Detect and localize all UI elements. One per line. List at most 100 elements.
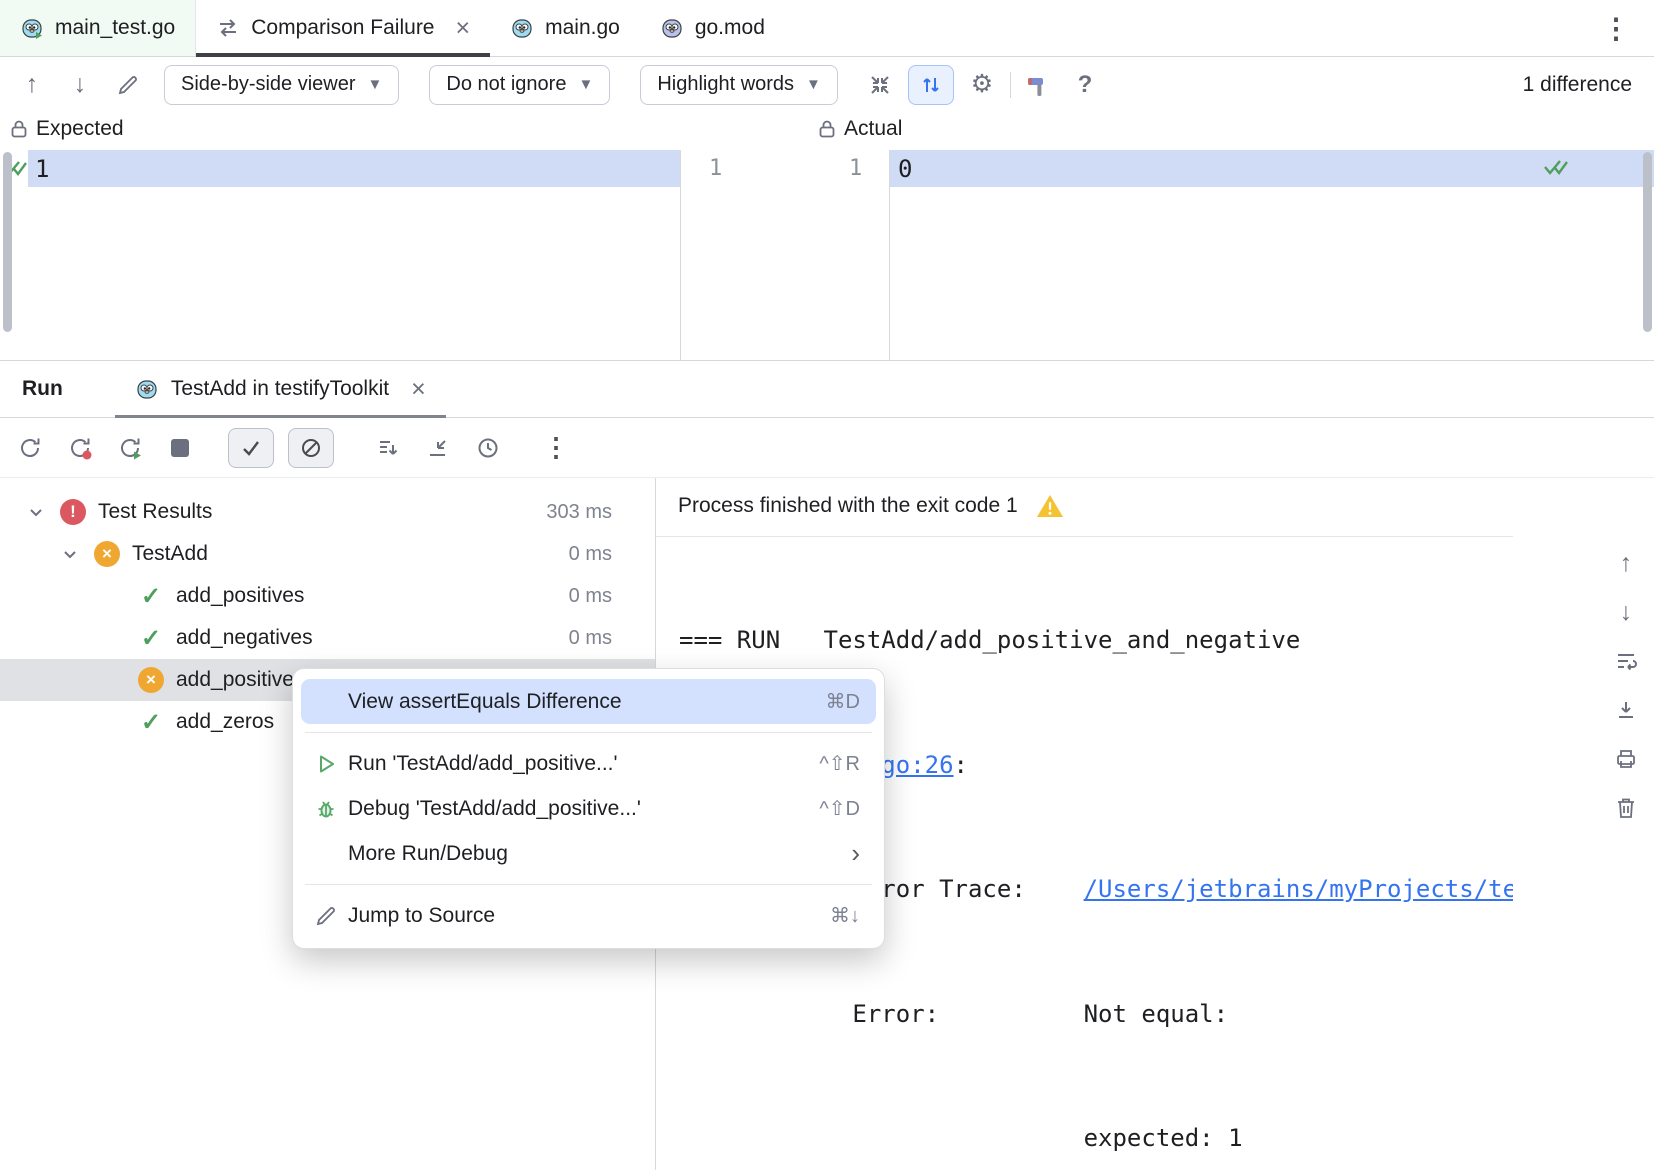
expand-all-icon[interactable] xyxy=(370,430,406,466)
show-ignored-toggle[interactable] xyxy=(288,428,334,468)
tree-item-label: add_negatives xyxy=(176,626,313,650)
close-icon[interactable]: × xyxy=(456,16,471,41)
diff-icon xyxy=(216,16,240,40)
settings-gear-icon[interactable]: ⚙ xyxy=(964,67,1000,103)
menu-item-more-run-debug[interactable]: More Run/Debug › xyxy=(301,831,876,876)
previous-difference-icon[interactable]: ↑ xyxy=(14,67,50,103)
lock-icon xyxy=(10,119,28,139)
warning-icon xyxy=(1036,493,1064,519)
tab-label: main.go xyxy=(545,16,620,40)
go-run-icon xyxy=(135,377,159,401)
scroll-to-end-icon[interactable] xyxy=(1608,691,1644,729)
menu-item-run-test[interactable]: Run 'TestAdd/add_positive...' ^⇧R xyxy=(301,741,876,786)
stop-icon[interactable] xyxy=(162,430,198,466)
run-more-options-icon[interactable]: ⋮ xyxy=(538,430,574,466)
menu-shortcut: ^⇧R xyxy=(819,751,860,776)
rerun-failed-tests-icon[interactable] xyxy=(62,430,98,466)
ignore-policy-dropdown[interactable]: Do not ignore ▼ xyxy=(429,65,610,105)
chevron-down-icon: ▼ xyxy=(578,76,593,93)
submenu-chevron-icon: › xyxy=(851,838,860,869)
viewer-mode-dropdown[interactable]: Side-by-side viewer ▼ xyxy=(164,65,399,105)
help-icon[interactable]: ? xyxy=(1067,67,1103,103)
clear-console-trash-icon[interactable] xyxy=(1608,789,1644,827)
diff-viewer: 1 1 1 0 xyxy=(0,150,1654,361)
actual-changed-line[interactable]: 0 xyxy=(890,150,1654,187)
synchronize-scrolling-icon[interactable] xyxy=(908,65,954,105)
run-play-icon xyxy=(311,752,340,776)
right-line-number: 1 xyxy=(849,156,862,181)
right-scrollbar[interactable] xyxy=(1643,152,1652,332)
print-icon[interactable] xyxy=(1608,740,1644,778)
chevron-down-icon: ▼ xyxy=(368,76,383,93)
error-trace-link[interactable]: /Users/jetbrains/myProjects/testifyToolk… xyxy=(1084,875,1513,903)
tab-go-mod[interactable]: go.mod xyxy=(640,0,785,56)
tree-row-add-negatives[interactable]: ✓ add_negatives 0 ms xyxy=(0,617,655,659)
tab-comparison-failure[interactable]: Comparison Failure × xyxy=(196,0,490,56)
highlight-mode-dropdown[interactable]: Highlight words ▼ xyxy=(640,65,838,105)
external-tools-icon[interactable] xyxy=(1021,67,1057,103)
go-test-file-icon xyxy=(20,16,44,40)
lock-icon xyxy=(818,119,836,139)
console-toolbar: ↑ ↓ xyxy=(1604,544,1648,827)
soft-wrap-icon[interactable] xyxy=(1608,642,1644,680)
menu-item-view-assertequals-difference[interactable]: View assertEquals Difference ⌘D xyxy=(301,679,876,724)
tab-main-go[interactable]: main.go xyxy=(490,0,640,56)
edit-source-icon[interactable] xyxy=(110,67,146,103)
menu-item-label: Jump to Source xyxy=(348,904,495,928)
tree-item-duration: 0 ms xyxy=(569,585,612,608)
pane-title-label: Expected xyxy=(36,117,124,141)
scroll-down-icon[interactable]: ↓ xyxy=(1608,593,1644,631)
expected-line-text: 1 xyxy=(35,155,49,183)
tab-label: main_test.go xyxy=(55,16,175,40)
difference-count: 1 difference xyxy=(1523,73,1632,97)
diff-gutter: 1 1 xyxy=(680,150,890,360)
actual-pane[interactable]: 0 xyxy=(890,150,1654,360)
tab-label: go.mod xyxy=(695,16,765,40)
ignore-policy-value: Do not ignore xyxy=(446,73,566,96)
console-line: === RUN TestAdd/add_positive_and_negativ… xyxy=(679,620,1513,662)
process-status-line: Process finished with the exit code 1 xyxy=(678,493,1064,519)
rerun-icon[interactable] xyxy=(12,430,48,466)
menu-shortcut: ⌘↓ xyxy=(830,903,860,928)
tree-row-test-results[interactable]: ! Test Results 303 ms xyxy=(0,491,655,533)
go-file-icon xyxy=(510,16,534,40)
pane-title-label: Actual xyxy=(844,117,902,141)
menu-item-jump-to-source[interactable]: Jump to Source ⌘↓ xyxy=(301,893,876,938)
collapse-unchanged-icon[interactable] xyxy=(862,67,898,103)
menu-shortcut: ^⇧D xyxy=(819,796,860,821)
test-history-clock-icon[interactable] xyxy=(470,430,506,466)
run-tab-testadd[interactable]: TestAdd in testifyToolkit × xyxy=(115,361,446,417)
run-tool-window-header: Run TestAdd in testifyToolkit × xyxy=(0,361,1654,418)
chevron-down-icon[interactable] xyxy=(60,544,82,564)
rerun-automatically-icon[interactable] xyxy=(112,430,148,466)
error-status-icon: ! xyxy=(60,499,86,525)
editor-more-options-icon[interactable]: ⋮ xyxy=(1578,12,1654,45)
menu-item-label: Run 'TestAdd/add_positive...' xyxy=(348,752,618,776)
collapse-all-icon[interactable] xyxy=(420,430,456,466)
tab-main-test-go[interactable]: main_test.go xyxy=(0,0,196,56)
chevron-down-icon: ▼ xyxy=(806,76,821,93)
chevron-down-icon[interactable] xyxy=(26,502,48,522)
tree-item-duration: 0 ms xyxy=(569,627,612,650)
tab-label: Comparison Failure xyxy=(251,16,434,40)
menu-item-label: Debug 'TestAdd/add_positive...' xyxy=(348,797,641,821)
tree-row-add-positives[interactable]: ✓ add_positives 0 ms xyxy=(0,575,655,617)
console-line: expected: 1 xyxy=(679,1118,1513,1160)
failed-status-icon: × xyxy=(138,667,164,693)
left-scrollbar[interactable] xyxy=(3,152,12,332)
editor-tab-bar: main_test.go Comparison Failure × main.g… xyxy=(0,0,1654,57)
console-line: Error: Not equal: xyxy=(679,994,1513,1036)
expected-pane[interactable]: 1 xyxy=(0,150,680,360)
close-icon[interactable]: × xyxy=(411,377,426,402)
scroll-up-icon[interactable]: ↑ xyxy=(1608,544,1644,582)
next-difference-icon[interactable]: ↓ xyxy=(62,67,98,103)
show-passed-toggle[interactable] xyxy=(228,428,274,468)
matched-check-icon xyxy=(1543,158,1569,176)
go-mod-icon xyxy=(660,16,684,40)
expected-changed-line[interactable]: 1 xyxy=(28,150,680,187)
tree-item-label: TestAdd xyxy=(132,542,208,566)
passed-check-icon: ✓ xyxy=(138,582,164,611)
expected-pane-title: Expected xyxy=(10,117,124,141)
tree-row-testadd[interactable]: × TestAdd 0 ms xyxy=(0,533,655,575)
menu-item-debug-test[interactable]: Debug 'TestAdd/add_positive...' ^⇧D xyxy=(301,786,876,831)
